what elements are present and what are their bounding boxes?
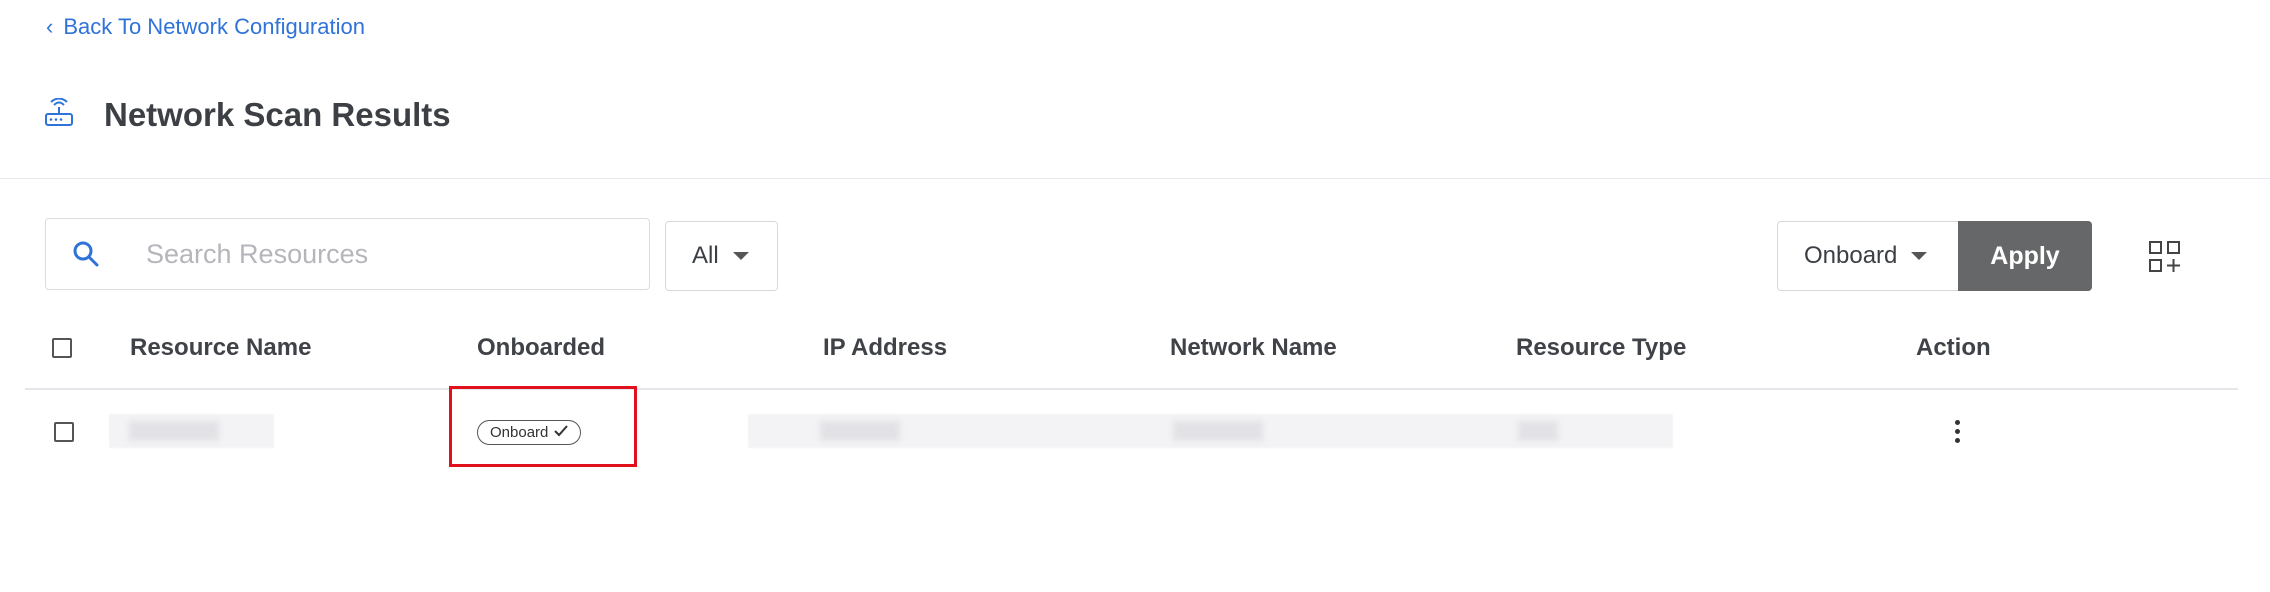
page-title: Network Scan Results bbox=[104, 96, 451, 133]
column-header-resource-type[interactable]: Resource Type bbox=[1516, 334, 1686, 362]
filter-dropdown[interactable]: All bbox=[665, 221, 778, 291]
router-icon bbox=[44, 97, 74, 133]
column-header-action: Action bbox=[1916, 334, 1991, 361]
apply-button[interactable]: Apply bbox=[1958, 221, 2092, 291]
results-table: Resource Name Onboarded IP Address Netwo… bbox=[25, 320, 2238, 475]
resource-name-cell-redacted bbox=[109, 414, 274, 448]
caret-down-icon bbox=[732, 252, 749, 260]
header-divider bbox=[0, 178, 2270, 179]
select-all-checkbox[interactable] bbox=[52, 338, 72, 358]
column-header-resource-name[interactable]: Resource Name bbox=[130, 334, 311, 362]
more-vertical-icon[interactable] bbox=[1949, 418, 1966, 445]
table-header: Resource Name Onboarded IP Address Netwo… bbox=[25, 320, 2238, 390]
search-input[interactable] bbox=[144, 237, 628, 271]
ip-network-type-cells-redacted bbox=[748, 414, 1673, 448]
grid-add-icon[interactable] bbox=[2148, 240, 2182, 279]
bulk-action-selected-value: Onboard bbox=[1804, 242, 1898, 269]
back-to-network-configuration-link[interactable]: ‹ Back To Network Configuration bbox=[46, 14, 365, 40]
filter-selected-value: All bbox=[692, 242, 719, 269]
search-box[interactable] bbox=[45, 218, 650, 290]
column-header-ip-address[interactable]: IP Address bbox=[823, 334, 947, 362]
back-link-label: Back To Network Configuration bbox=[63, 14, 365, 39]
bulk-action-dropdown[interactable]: Onboard bbox=[1777, 221, 1960, 291]
column-header-onboarded[interactable]: Onboarded bbox=[477, 334, 605, 362]
table-row: Onboard bbox=[25, 390, 2238, 475]
column-header-network-name[interactable]: Network Name bbox=[1170, 334, 1337, 362]
chevron-left-icon: ‹ bbox=[46, 14, 54, 39]
page-header: Network Scan Results bbox=[44, 96, 451, 134]
row-checkbox[interactable] bbox=[54, 422, 74, 442]
search-icon bbox=[72, 240, 106, 268]
caret-down-icon bbox=[1911, 252, 1928, 260]
onboarded-highlight-box bbox=[449, 386, 637, 467]
